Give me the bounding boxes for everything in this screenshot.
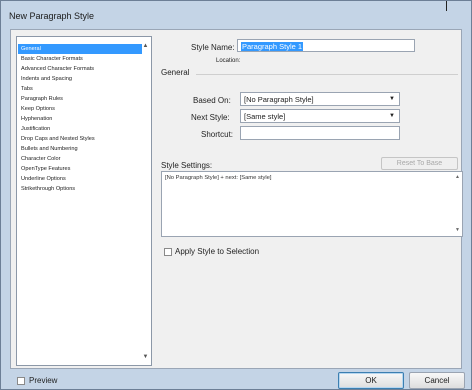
category-item-tabs[interactable]: Tabs	[18, 84, 142, 94]
category-item-justification[interactable]: Justification	[18, 124, 142, 134]
location-label: Location:	[216, 58, 241, 64]
window-title: New Paragraph Style	[9, 11, 95, 21]
scroll-up-icon[interactable]: ▲	[142, 43, 149, 50]
category-item-opentype-features[interactable]: OpenType Features	[18, 164, 142, 174]
next-style-value: [Same style]	[244, 112, 286, 121]
category-item-advanced-character-formats[interactable]: Advanced Character Formats	[18, 64, 142, 74]
shortcut-field[interactable]	[240, 126, 400, 140]
category-list[interactable]: ▲ General Basic Character Formats Advanc…	[16, 36, 152, 366]
based-on-label: Based On:	[193, 96, 231, 105]
based-on-value: [No Paragraph Style]	[244, 95, 314, 104]
shortcut-label: Shortcut:	[201, 130, 234, 139]
style-settings-text: [No Paragraph Style] + next: [Same style…	[165, 175, 272, 181]
apply-style-label: Apply Style to Selection	[175, 247, 260, 256]
chevron-down-icon: ▼	[389, 113, 395, 119]
category-item-underline-options[interactable]: Underline Options	[18, 174, 142, 184]
next-style-dropdown[interactable]: [Same style] ▼	[240, 109, 400, 123]
chevron-down-icon: ▼	[389, 96, 395, 102]
category-item-strikethrough-options[interactable]: Strikethrough Options	[18, 184, 142, 194]
style-name-field[interactable]: Paragraph Style 1	[237, 39, 415, 52]
category-item-character-color[interactable]: Character Color	[18, 154, 142, 164]
category-items: General Basic Character Formats Advanced…	[18, 44, 142, 194]
style-name-label: Style Name:	[191, 43, 235, 52]
category-item-bullets-numbering[interactable]: Bullets and Numbering	[18, 144, 142, 154]
cancel-button[interactable]: Cancel	[409, 372, 465, 389]
category-item-hyphenation[interactable]: Hyphenation	[18, 114, 142, 124]
category-item-keep-options[interactable]: Keep Options	[18, 104, 142, 114]
category-item-paragraph-rules[interactable]: Paragraph Rules	[18, 94, 142, 104]
title-bar-divider	[446, 1, 447, 11]
general-section-title: General	[161, 68, 190, 77]
based-on-dropdown[interactable]: [No Paragraph Style] ▼	[240, 92, 400, 106]
style-settings-label: Style Settings:	[161, 161, 213, 170]
general-separator	[196, 74, 458, 75]
category-item-indents-and-spacing[interactable]: Indents and Spacing	[18, 74, 142, 84]
scroll-down-icon[interactable]: ▼	[142, 354, 149, 361]
title-bar: New Paragraph Style	[1, 1, 471, 29]
ok-button[interactable]: OK	[338, 372, 404, 389]
textarea-scroll-up-icon[interactable]: ▲	[454, 174, 461, 181]
next-style-label: Next Style:	[191, 113, 230, 122]
preview-label: Preview	[29, 376, 58, 385]
category-item-general[interactable]: General	[18, 44, 142, 54]
preview-checkbox[interactable]	[17, 377, 25, 385]
style-name-value: Paragraph Style 1	[241, 42, 304, 51]
reset-to-base-button[interactable]: Reset To Base	[381, 157, 458, 170]
category-item-drop-caps[interactable]: Drop Caps and Nested Styles	[18, 134, 142, 144]
style-settings-textarea: [No Paragraph Style] + next: [Same style…	[161, 171, 463, 237]
textarea-scroll-down-icon[interactable]: ▼	[454, 227, 461, 234]
category-item-basic-character-formats[interactable]: Basic Character Formats	[18, 54, 142, 64]
apply-style-checkbox[interactable]	[164, 248, 172, 256]
new-paragraph-style-dialog: New Paragraph Style ▲ General Basic Char…	[0, 0, 472, 390]
